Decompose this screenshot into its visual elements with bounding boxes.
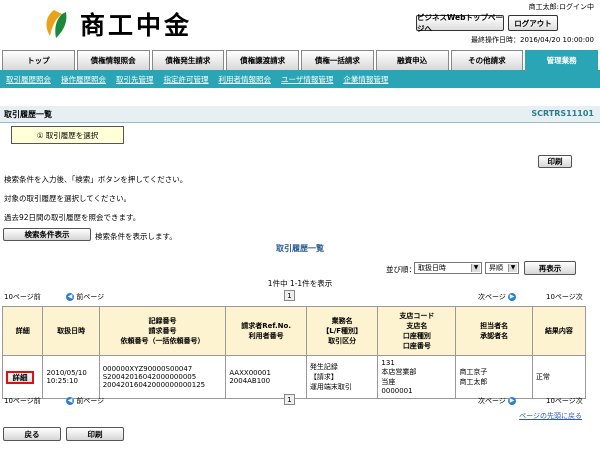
tab-claim-issue[interactable]: 債権発生請求 — [151, 50, 225, 70]
cell-ref: AAXX00001 2004AB100 — [225, 355, 307, 399]
sort-order-value: 昇順 — [489, 264, 503, 272]
tab-claim-inquiry[interactable]: 債権情報照会 — [76, 50, 150, 70]
subnav-user-info-management[interactable]: ユーザ情報管理 — [281, 74, 333, 85]
print-button-top[interactable]: 印刷 — [538, 155, 572, 168]
col-staff: 担当者名 承認者名 — [455, 306, 533, 356]
screen-code: SCRTRS11101 — [531, 109, 594, 118]
pager-next[interactable]: 次ページ ▶ — [478, 292, 517, 302]
tab-claim-transfer[interactable]: 債権譲渡請求 — [226, 50, 299, 70]
col-result: 結果内容 — [531, 306, 587, 356]
step-indicator: ① 取引履歴を選択 — [11, 126, 124, 144]
logout-button[interactable]: ログアウト — [508, 15, 558, 31]
cell-branch: 131 本店営業部 当座 0000001 — [377, 355, 457, 399]
subnav-permission-management[interactable]: 指定許可管理 — [164, 74, 209, 85]
arrow-right-icon: ▶ — [508, 293, 517, 301]
subnav-company-info-management[interactable]: 企業情報管理 — [343, 74, 388, 85]
main-tabs: トップ 債権情報照会 債権発生請求 債権譲渡請求 債権一括請求 融資申込 その他… — [2, 50, 598, 70]
pager-prev-bottom[interactable]: ◀ 前ページ — [66, 396, 104, 406]
back-button[interactable]: 戻る — [3, 427, 61, 441]
cell-result: 正常 — [531, 355, 587, 399]
col-branch: 支店コード 支店名 口座種別 口座番号 — [377, 306, 457, 356]
result-count: 1件中 1-1件を表示 — [267, 279, 333, 288]
pager-next-label: 次ページ — [478, 293, 506, 301]
arrow-right-icon: ▶ — [508, 397, 517, 405]
sort-label: 並び順： — [386, 265, 416, 274]
back-to-top-link[interactable]: ページの先頭に戻る — [519, 411, 582, 421]
page-number[interactable]: 1 — [284, 290, 295, 301]
pager-prev10-bottom[interactable]: 10ページ前 — [4, 396, 41, 406]
cell-staff: 商工京子 商工太郎 — [455, 355, 533, 399]
sub-navigation: 取引履歴照会 操作履歴照会 取引先管理 指定許可管理 利用者情報照会 ユーザ情報… — [0, 70, 600, 88]
cell-detail: 詳細 — [1, 355, 44, 399]
subnav-transaction-history[interactable]: 取引履歴照会 — [6, 74, 51, 85]
pager-next10[interactable]: 10ページ次 — [546, 292, 583, 302]
cell-numbers: 000000XYZ90000S00047 S200420160420000000… — [98, 355, 227, 399]
page-number-bottom[interactable]: 1 — [284, 394, 295, 405]
pager-next-label: 次ページ — [478, 397, 506, 405]
show-search-button[interactable]: 検索条件表示 — [3, 228, 91, 241]
col-detail: 詳細 — [1, 306, 44, 356]
print-button-bottom[interactable]: 印刷 — [66, 427, 124, 441]
tab-other-requests[interactable]: その他請求 — [450, 50, 524, 70]
arrow-left-icon: ◀ — [66, 293, 74, 301]
instruction-2: 対象の取引履歴を選択してください。 — [4, 194, 132, 203]
table-header-row: 詳細 取扱日時 記録番号 請求番号 依頼番号（一括依頼番号） 請求者Ref.No… — [1, 306, 587, 356]
pager-next-bottom[interactable]: 次ページ ▶ — [478, 396, 517, 406]
pager-prev10[interactable]: 10ページ前 — [4, 292, 41, 302]
last-operation-time: 最終操作日時：2016/04/20 10:00:00 — [470, 36, 594, 44]
instruction-1: 検索条件を入力後、「検索」ボタンを押してください。 — [4, 175, 188, 184]
login-user: 商工太郎:ログイン中 — [528, 3, 594, 11]
list-title: 取引履歴一覧 — [276, 244, 324, 253]
pager-next10-bottom[interactable]: 10ページ次 — [546, 396, 583, 406]
instruction-3: 過去92日間の取引履歴を照会できます。 — [4, 213, 141, 222]
col-business: 業務名 【L/F種別】 取引区分 — [305, 306, 379, 356]
tab-claim-bulk[interactable]: 債権一括請求 — [301, 50, 374, 70]
subnav-user-info-inquiry[interactable]: 利用者情報照会 — [219, 74, 272, 85]
resort-button[interactable]: 再表示 — [524, 261, 576, 275]
subnav-operation-history[interactable]: 操作履歴照会 — [61, 74, 106, 85]
page-title: 取引履歴一覧 — [4, 110, 52, 119]
history-table: 詳細 取扱日時 記録番号 請求番号 依頼番号（一括依頼番号） 請求者Ref.No… — [1, 306, 587, 399]
tab-loan-application[interactable]: 融資申込 — [375, 50, 449, 70]
sort-order-select[interactable]: 昇順 ▼ — [485, 262, 519, 274]
sort-field-value: 取扱日時 — [418, 264, 446, 272]
cell-datetime: 2010/05/10 10:25:10 — [42, 355, 100, 399]
sort-field-select[interactable]: 取扱日時 ▼ — [414, 262, 482, 274]
table-row: 詳細 2010/05/10 10:25:10 000000XYZ90000S00… — [1, 355, 587, 399]
logo-icon — [46, 10, 67, 38]
col-ref: 請求者Ref.No. 利用者番号 — [225, 306, 307, 356]
pager-prev-label: 前ページ — [76, 293, 105, 301]
show-search-hint: 検索条件を表示します。 — [95, 232, 177, 241]
subnav-client-management[interactable]: 取引先管理 — [116, 74, 154, 85]
pager-prev-label: 前ページ — [76, 397, 105, 405]
tab-management[interactable]: 管理業務 — [525, 50, 598, 70]
brand-logo-text: 商工中金 — [80, 11, 193, 40]
col-numbers: 記録番号 請求番号 依頼番号（一括依頼番号） — [98, 306, 227, 356]
arrow-left-icon: ◀ — [66, 397, 74, 405]
col-datetime: 取扱日時 — [42, 306, 100, 356]
chevron-down-icon: ▼ — [508, 264, 517, 272]
chevron-down-icon: ▼ — [471, 264, 480, 272]
cell-business: 発生記録 【請求】 運用端末取引 — [305, 355, 379, 399]
page-title-bar: 取引履歴一覧 SCRTRS11101 — [0, 106, 600, 123]
detail-button[interactable]: 詳細 — [6, 370, 34, 384]
tab-top[interactable]: トップ — [2, 50, 75, 70]
pager-prev[interactable]: ◀ 前ページ — [66, 292, 104, 302]
top-page-button[interactable]: ビジネスWebトップページへ — [416, 13, 504, 33]
